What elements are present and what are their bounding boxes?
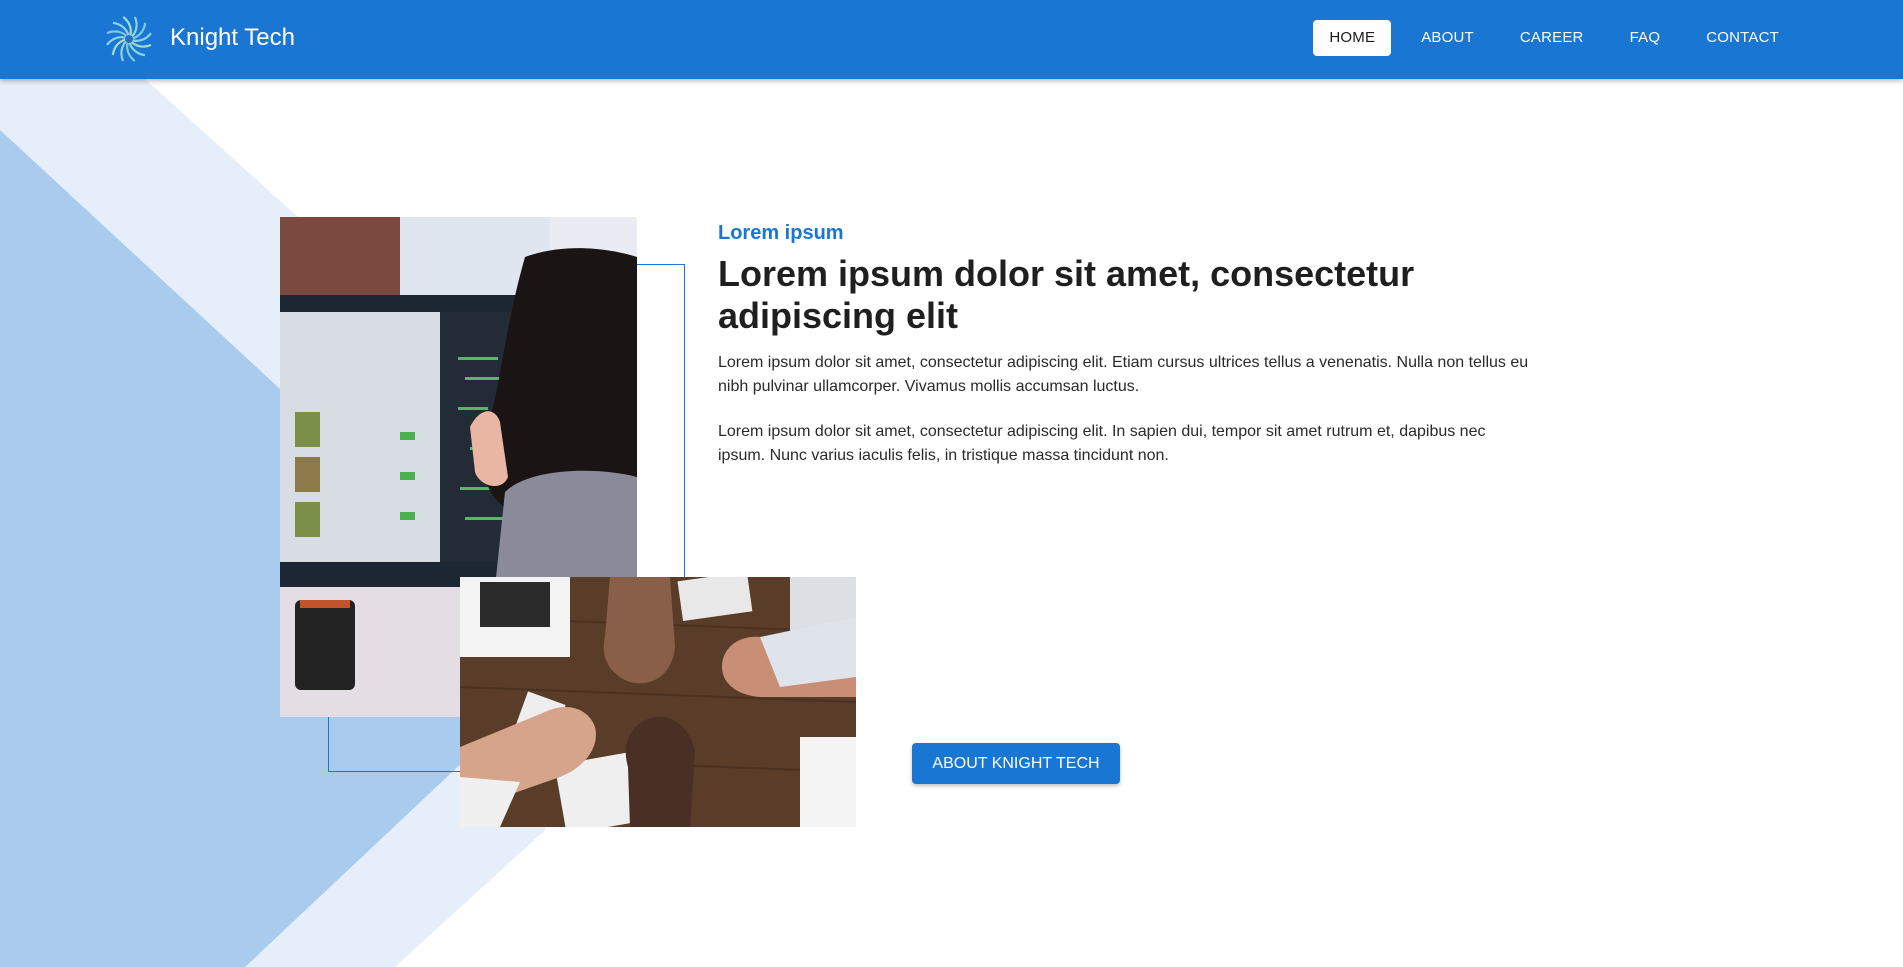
main-nav: HOME ABOUT CAREER FAQ CONTACT <box>1303 20 1795 56</box>
spiral-logo-icon[interactable] <box>104 14 154 64</box>
top-navbar: Knight Tech HOME ABOUT CAREER FAQ CONTAC… <box>0 0 1903 79</box>
nav-faq[interactable]: FAQ <box>1614 20 1677 56</box>
brand-name[interactable]: Knight Tech <box>170 24 295 52</box>
section-paragraph-1: Lorem ipsum dolor sit amet, consectetur … <box>718 354 1529 395</box>
nav-home[interactable]: HOME <box>1313 20 1392 56</box>
nav-career[interactable]: CAREER <box>1504 20 1600 56</box>
section-headline: Lorem ipsum dolor sit amet, consectetur … <box>718 253 1415 336</box>
section-eyebrow: Lorem ipsum <box>718 222 844 244</box>
about-knight-tech-button[interactable]: ABOUT KNIGHT TECH <box>912 743 1120 784</box>
nav-about[interactable]: ABOUT <box>1405 20 1490 56</box>
nav-contact[interactable]: CONTACT <box>1690 20 1795 56</box>
team-fist-bump-photo <box>460 577 856 827</box>
section-paragraph-2: Lorem ipsum dolor sit amet, consectetur … <box>718 423 1486 464</box>
